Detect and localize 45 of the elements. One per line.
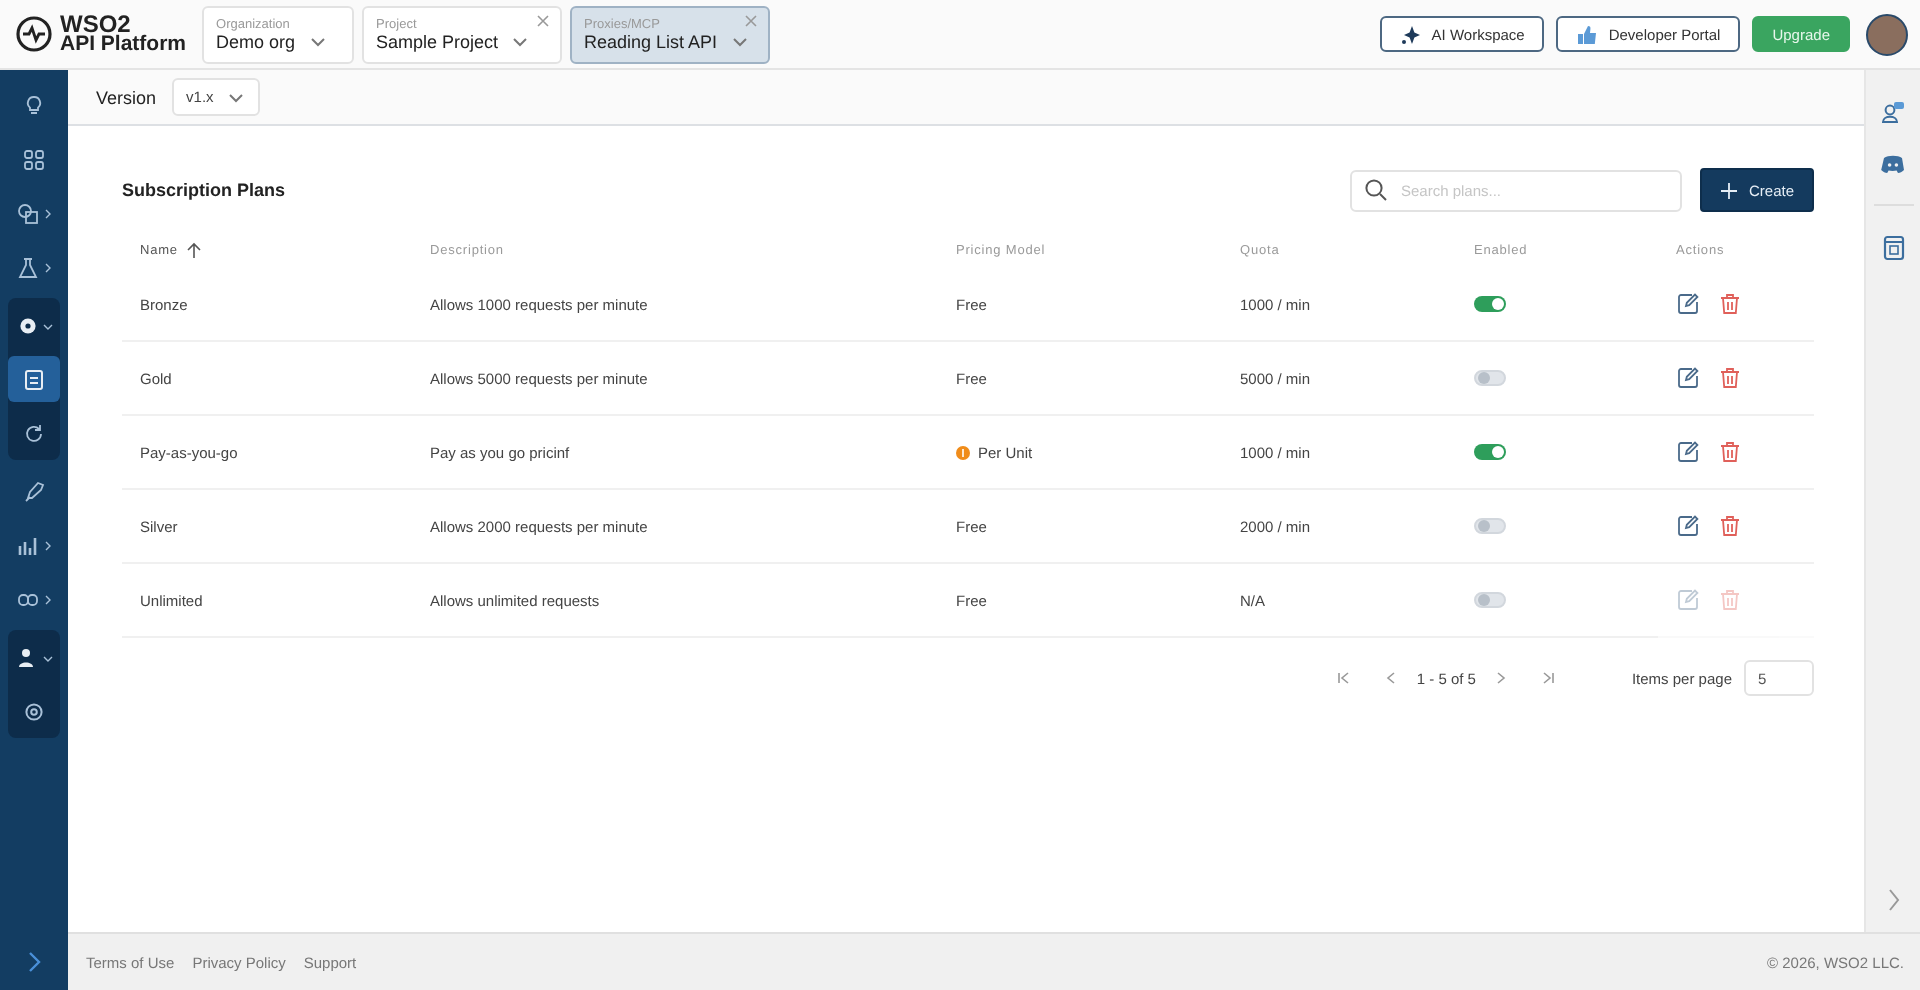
settings-icon xyxy=(22,699,46,723)
grid-icon xyxy=(22,147,46,171)
sparkle-icon xyxy=(1399,23,1422,45)
bar-chart-icon xyxy=(15,533,39,557)
toggle-switch[interactable] xyxy=(1474,518,1506,534)
calendar-icon[interactable] xyxy=(1881,234,1905,262)
user-icon xyxy=(15,645,39,669)
toggle-switch[interactable] xyxy=(1474,592,1506,608)
document-icon xyxy=(22,367,46,391)
shapes-icon xyxy=(15,201,39,225)
avatar[interactable] xyxy=(1866,13,1908,55)
edit-icon[interactable] xyxy=(1676,440,1700,464)
gear-icon xyxy=(15,313,39,337)
toggle-switch[interactable] xyxy=(1474,444,1506,460)
last-page-icon[interactable] xyxy=(1539,670,1556,686)
first-page-icon[interactable] xyxy=(1336,670,1353,686)
refresh-icon xyxy=(22,421,46,445)
delete-icon[interactable] xyxy=(1718,514,1742,538)
chat-user-icon[interactable] xyxy=(1880,100,1906,124)
logo-subtitle: API Platform xyxy=(60,34,187,54)
selector-value: Sample Project xyxy=(376,31,499,51)
selector-value: Reading List API xyxy=(584,31,718,51)
search-icon xyxy=(1364,178,1389,202)
lightbulb-icon xyxy=(22,93,46,117)
edit-icon[interactable] xyxy=(1676,292,1700,316)
sidebar-item[interactable] xyxy=(8,356,60,402)
flask-icon xyxy=(15,255,39,279)
delete-icon[interactable] xyxy=(1718,440,1742,464)
delete-icon[interactable] xyxy=(1718,292,1742,316)
edit-icon[interactable] xyxy=(1676,514,1700,538)
game-controller-icon[interactable] xyxy=(1880,152,1906,176)
toggle-switch[interactable] xyxy=(1474,296,1506,312)
version-label: Version xyxy=(96,87,157,107)
coin-icon xyxy=(956,445,970,459)
edit-icon[interactable] xyxy=(1676,366,1700,390)
toggle-switch[interactable] xyxy=(1474,370,1506,386)
section-title: Subscription Plans xyxy=(122,180,288,200)
thumbs-up-icon xyxy=(1576,23,1599,45)
pulse-logo-icon xyxy=(16,16,52,52)
logo-text: WSO2 xyxy=(60,14,131,34)
chevron-right-icon[interactable] xyxy=(24,950,44,974)
close-icon[interactable] xyxy=(534,11,553,29)
selector-value: Demo org xyxy=(216,31,296,51)
delete-icon[interactable] xyxy=(1718,366,1742,390)
plus-icon xyxy=(1720,181,1739,199)
